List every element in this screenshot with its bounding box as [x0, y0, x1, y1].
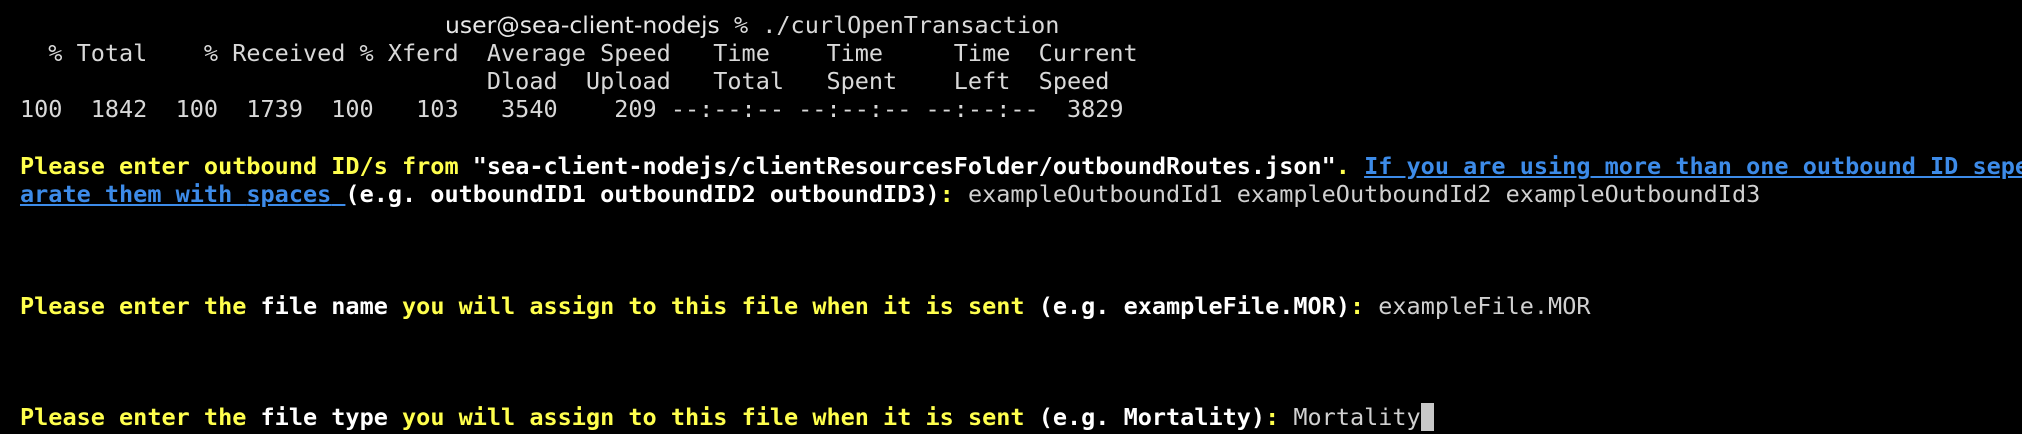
outbound-prompt-line-2: arate them with spaces (e.g. outboundID1…	[20, 180, 1760, 208]
terminal-window[interactable]: user@sea-client-nodejs % ./curlOpenTrans…	[0, 0, 2022, 434]
outbound-colon: :	[939, 180, 968, 208]
prompt-symbol: %	[719, 11, 763, 39]
outbound-prompt-text: Please enter outbound ID/s from	[20, 152, 473, 180]
filetype-prompt-line: Please enter the file type you will assi…	[20, 403, 1434, 431]
filename-prompt-text-2: you will assign to this file when it is …	[387, 292, 1039, 320]
curl-stats-line: 100 1842 100 1739 100 103 3540 209 --:--…	[20, 95, 1124, 123]
command-prompt-line: user@sea-client-nodejs % ./curlOpenTrans…	[445, 11, 1059, 39]
filename-prompt-line: Please enter the file name you will assi…	[20, 292, 1591, 320]
filetype-example: (e.g. Mortality)	[1038, 403, 1266, 431]
filename-input-value: exampleFile.MOR	[1378, 292, 1591, 320]
filename-colon: :	[1349, 292, 1379, 320]
outbound-routes-path: "sea-client-nodejs/clientResourcesFolder…	[472, 152, 1336, 180]
prompt-command: ./curlOpenTransaction	[762, 11, 1060, 39]
outbound-example: (e.g. outboundID1 outboundID2 outboundID…	[345, 180, 940, 208]
outbound-prompt-period: .	[1335, 152, 1365, 180]
filename-example: (e.g. exampleFile.MOR)	[1038, 292, 1350, 320]
filetype-prompt-text: Please enter the	[20, 403, 261, 431]
spaces-link[interactable]: spaces	[246, 180, 331, 208]
filetype-colon: :	[1265, 403, 1294, 431]
terminal-cursor	[1420, 403, 1434, 431]
prompt-user-host: user@sea-client-nodejs	[445, 11, 720, 39]
filename-keyword: file name	[260, 292, 388, 320]
outbound-help-link-continued[interactable]: arate them with	[20, 180, 246, 208]
outbound-help-link[interactable]: If you are using more than one outbound …	[1364, 152, 2022, 180]
curl-header-line-2: Dload Upload Total Spent Left Speed	[20, 67, 1110, 95]
filetype-input-value[interactable]: Mortality	[1293, 403, 1420, 431]
filetype-prompt-text-2: you will assign to this file when it is …	[387, 403, 1039, 431]
curl-header-line-1: % Total % Received % Xferd Average Speed…	[20, 39, 1138, 67]
filetype-keyword: file type	[260, 403, 388, 431]
filename-prompt-text: Please enter the	[20, 292, 261, 320]
outbound-prompt-line-1: Please enter outbound ID/s from "sea-cli…	[20, 152, 2022, 180]
link-trailing-space[interactable]	[331, 180, 345, 208]
outbound-input-value: exampleOutboundId1 exampleOutboundId2 ex…	[967, 180, 1761, 208]
